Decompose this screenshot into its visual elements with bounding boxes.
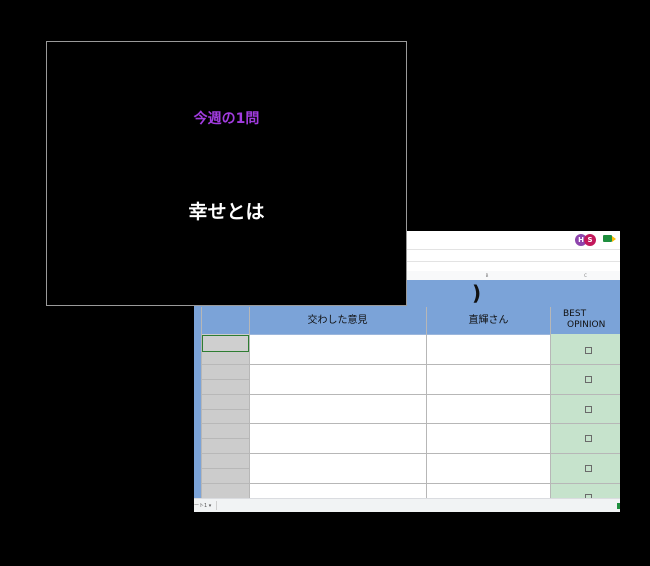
header-best-opinion[interactable]: BEST OPINION (563, 307, 620, 336)
header-opinion[interactable]: 交わした意見 (249, 307, 426, 334)
sheet-tab-bar: ート1 ▾ (194, 498, 620, 512)
best-checkbox[interactable] (585, 406, 592, 413)
grid-hline (249, 483, 620, 484)
left-accent-strip (194, 307, 201, 498)
index-separator (202, 423, 249, 424)
grid-hline (249, 453, 620, 454)
table-header-row: 交わした意見 直輝さん BEST OPINION (194, 307, 620, 335)
slide-title: 幸せとは (188, 201, 265, 223)
grid-vline (426, 307, 427, 498)
column-letter-c[interactable]: C (551, 271, 620, 280)
best-opinion-column (551, 334, 620, 498)
grid-hline (249, 423, 620, 424)
index-separator (202, 394, 249, 395)
header-best-line2: OPINION (567, 320, 606, 330)
slide-subtitle: 今週の1問 (193, 111, 260, 127)
grid-vline (550, 307, 551, 498)
meet-icon[interactable] (603, 235, 616, 242)
selected-cell[interactable] (202, 335, 249, 352)
question-slide: 今週の1問 幸せとは (46, 41, 407, 306)
index-separator (202, 438, 249, 439)
tab-divider (216, 501, 217, 510)
grid-vline (249, 307, 250, 498)
banner-text: ) (472, 281, 482, 305)
index-separator (202, 468, 249, 469)
index-separator (202, 364, 249, 365)
collaborator-avatar-2[interactable]: S (584, 234, 596, 246)
column-letter-b[interactable]: B (427, 271, 547, 280)
sheet-tab[interactable]: ート1 ▾ (194, 502, 211, 509)
best-checkbox[interactable] (585, 347, 592, 354)
grid-hline (249, 394, 620, 395)
best-checkbox[interactable] (585, 465, 592, 472)
index-separator (202, 453, 249, 454)
best-checkbox[interactable] (585, 376, 592, 383)
grid-hline (249, 364, 620, 365)
explore-icon[interactable] (617, 503, 620, 509)
index-separator (202, 379, 249, 380)
index-separator (202, 483, 249, 484)
header-best-line1: BEST (563, 309, 587, 319)
index-separator (202, 409, 249, 410)
header-direct[interactable]: 直輝さん (427, 307, 550, 334)
gray-index-column (202, 334, 249, 498)
best-checkbox[interactable] (585, 435, 592, 442)
